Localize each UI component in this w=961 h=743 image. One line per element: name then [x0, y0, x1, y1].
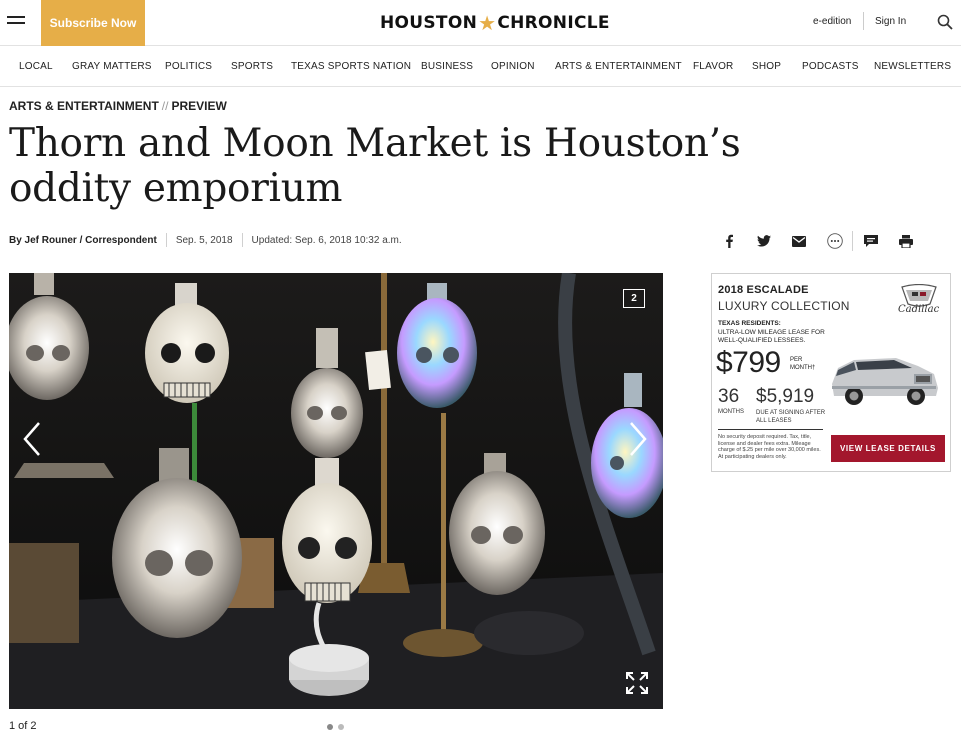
- facebook-icon[interactable]: [721, 233, 737, 249]
- pagination-dot[interactable]: [327, 724, 333, 730]
- ad-months: 36: [718, 386, 740, 407]
- article-headline: Thorn and Moon Market is Houston’s oddit…: [9, 121, 741, 211]
- byline-divider: [241, 233, 243, 247]
- nav-item-newsletters[interactable]: NEWSLETTERS: [874, 61, 951, 72]
- photo-gallery[interactable]: 2: [9, 273, 663, 709]
- chevron-right-icon[interactable]: [623, 419, 653, 459]
- section-nav: LOCAL GRAY MATTERS POLITICS SPORTS TEXAS…: [0, 47, 961, 87]
- top-bar: Subscribe Now HOUSTON ★ CHRONICLE e-editio…: [0, 0, 961, 46]
- ad-due: $5,919: [756, 386, 815, 407]
- author-name[interactable]: By Jef Rouner / Correspondent: [9, 235, 157, 246]
- gallery-photo: [9, 273, 663, 709]
- advertisement[interactable]: 2018 ESCALADE LUXURY COLLECTION Cadillac…: [711, 273, 951, 472]
- search-icon[interactable]: [937, 14, 953, 30]
- ad-divider: [718, 429, 823, 430]
- published-date: Sep. 5, 2018: [175, 234, 233, 246]
- view-lease-details-button[interactable]: VIEW LEASE DETAILS: [831, 435, 945, 462]
- star-icon: ★: [478, 11, 497, 35]
- kicker-separator: //: [161, 99, 169, 113]
- more-icon[interactable]: [827, 233, 843, 249]
- gallery-pagination: [327, 724, 344, 730]
- nav-item-texas-sports-nation[interactable]: TEXAS SPORTS NATION: [291, 61, 411, 72]
- byline-divider: [165, 233, 167, 247]
- logo-word-houston: HOUSTON: [380, 13, 478, 33]
- logo-word-chronicle: CHRONICLE: [497, 13, 610, 33]
- ad-price: $799: [716, 346, 781, 379]
- twitter-icon[interactable]: [756, 233, 772, 249]
- photo-count-badge: 2: [623, 289, 645, 308]
- subsection-link[interactable]: PREVIEW: [171, 99, 226, 113]
- ad-brand-name: Cadillac: [898, 304, 940, 315]
- suv-image: [832, 358, 938, 405]
- nav-item-podcasts[interactable]: PODCASTS: [802, 61, 859, 72]
- nav-item-arts-entertainment[interactable]: ARTS & ENTERTAINMENT: [555, 61, 682, 72]
- nav-item-shop[interactable]: SHOP: [752, 61, 781, 72]
- chevron-left-icon[interactable]: [17, 419, 47, 459]
- byline: By Jef Rouner / Correspondent Sep. 5, 20…: [9, 233, 402, 247]
- email-icon[interactable]: [791, 233, 807, 249]
- nav-item-flavor[interactable]: FLAVOR: [693, 61, 733, 72]
- subscribe-button[interactable]: Subscribe Now: [41, 0, 145, 46]
- share-divider: [852, 231, 853, 251]
- section-link[interactable]: ARTS & ENTERTAINMENT: [9, 99, 159, 113]
- nav-item-sports[interactable]: SPORTS: [231, 61, 273, 72]
- fullscreen-icon[interactable]: [625, 671, 649, 695]
- ad-per-month: PER MONTH†: [790, 357, 816, 371]
- nav-item-politics[interactable]: POLITICS: [165, 61, 212, 72]
- menu-icon[interactable]: [7, 16, 25, 30]
- section-kicker: ARTS & ENTERTAINMENT//PREVIEW: [9, 99, 227, 113]
- ad-due-label: DUE AT SIGNING AFTER ALL LEASES: [756, 410, 826, 424]
- sign-in-link[interactable]: Sign In: [875, 16, 906, 27]
- header-divider: [863, 12, 864, 30]
- comments-icon[interactable]: [863, 233, 879, 249]
- ad-model: 2018 ESCALADE: [718, 284, 809, 296]
- ad-residents-title: TEXAS RESIDENTS:: [718, 320, 781, 327]
- gallery-counter: 1 of 2: [9, 720, 37, 732]
- nav-item-business[interactable]: BUSINESS: [421, 61, 473, 72]
- ad-residents-text: ULTRA-LOW MILEAGE LEASE FOR WELL-QUALIFI…: [718, 329, 825, 344]
- site-logo[interactable]: HOUSTON ★ CHRONICLE: [380, 11, 610, 35]
- ad-months-label: MONTHS: [718, 409, 744, 415]
- ad-fine-print: No security deposit required. Tax, title…: [718, 434, 821, 460]
- ad-collection: LUXURY COLLECTION: [718, 299, 850, 313]
- updated-date: Updated: Sep. 6, 2018 10:32 a.m.: [251, 234, 402, 246]
- pagination-dot[interactable]: [338, 724, 344, 730]
- nav-item-gray-matters[interactable]: GRAY MATTERS: [72, 61, 152, 72]
- eedition-link[interactable]: e-edition: [813, 16, 851, 27]
- nav-item-opinion[interactable]: OPINION: [491, 61, 535, 72]
- nav-item-local[interactable]: LOCAL: [19, 61, 53, 72]
- print-icon[interactable]: [898, 233, 914, 249]
